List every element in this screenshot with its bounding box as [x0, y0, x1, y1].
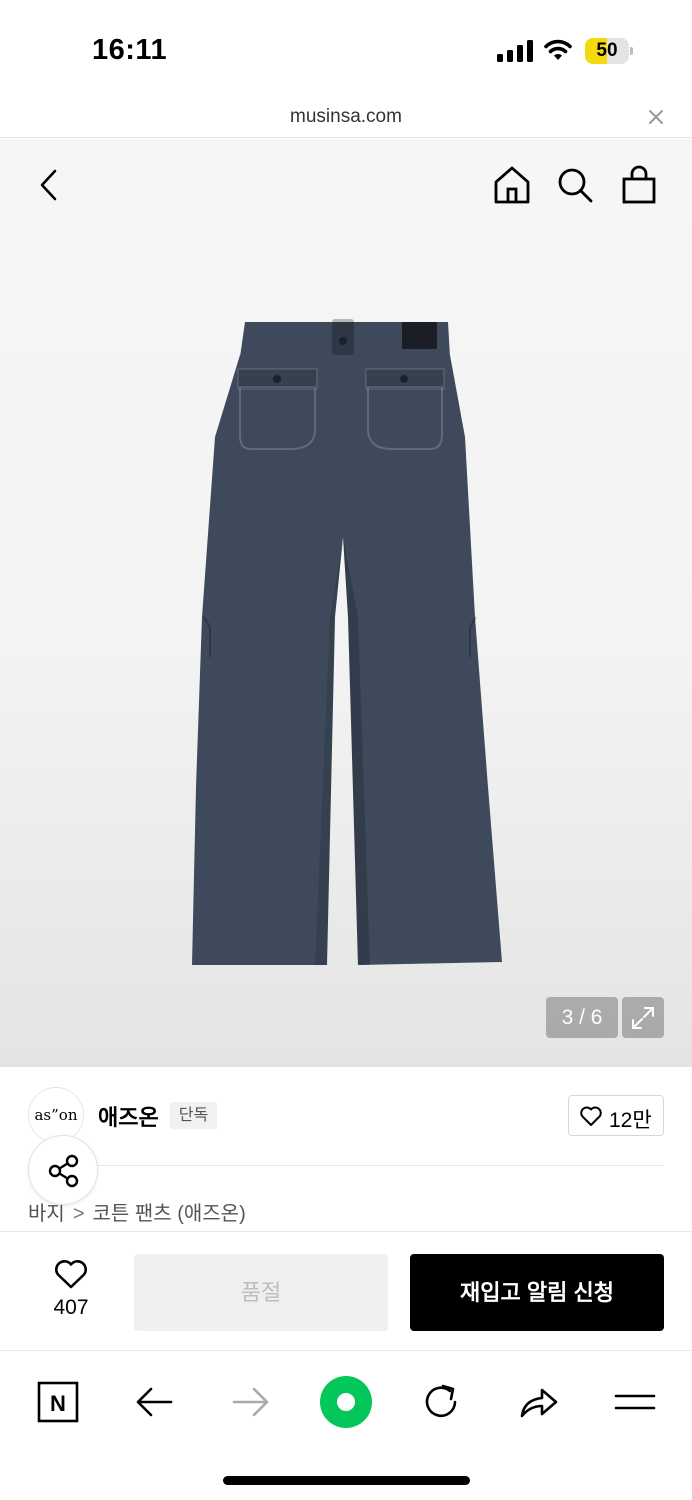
purchase-action-bar: 407 품절 재입고 알림 신청	[0, 1231, 692, 1351]
status-time: 16:11	[92, 34, 168, 66]
product-photo-pants[interactable]	[180, 317, 510, 972]
browser-toolbar: N	[0, 1352, 692, 1500]
share-icon	[48, 1154, 79, 1188]
share-button[interactable]	[28, 1135, 98, 1205]
brand-like-count: 12만	[609, 1109, 652, 1132]
restock-alert-button[interactable]: 재입고 알림 신청	[410, 1254, 664, 1331]
back-chevron-icon[interactable]	[32, 167, 68, 203]
product-image-carousel[interactable]: 3 / 6	[0, 139, 692, 1067]
url-text[interactable]: musinsa.com	[0, 106, 692, 128]
heart-icon	[580, 1106, 602, 1126]
url-bar[interactable]: musinsa.com	[0, 100, 692, 138]
arrow-right-icon[interactable]	[222, 1374, 278, 1430]
brand-name[interactable]: 애즈온	[98, 1100, 159, 1132]
heart-icon	[55, 1260, 87, 1289]
wishlist-count: 407	[53, 1296, 89, 1319]
search-icon[interactable]	[556, 166, 594, 204]
green-dot-button[interactable]	[318, 1374, 374, 1430]
forward-share-icon[interactable]	[510, 1374, 566, 1430]
wishlist-button[interactable]: 407	[36, 1258, 106, 1328]
battery-level: 50	[596, 40, 618, 61]
expand-icon	[632, 1007, 654, 1029]
breadcrumb-subcategory[interactable]: 코튼 팬츠 (애즈온)	[93, 1197, 246, 1226]
arrow-left-icon[interactable]	[127, 1374, 183, 1430]
naver-letter: N	[50, 1391, 66, 1416]
wifi-icon	[544, 39, 572, 60]
home-indicator	[223, 1476, 470, 1485]
brand-like-button[interactable]: 12만	[568, 1095, 664, 1136]
soldout-button: 품절	[134, 1254, 388, 1331]
reload-icon[interactable]	[413, 1374, 469, 1430]
signal-icon	[497, 40, 533, 62]
breadcrumb-separator: >	[72, 1203, 85, 1225]
home-icon[interactable]	[493, 165, 531, 205]
shopping-bag-icon[interactable]	[620, 165, 658, 205]
exclusive-badge: 단독	[170, 1102, 217, 1129]
battery-indicator: 50	[585, 38, 633, 64]
expand-button[interactable]	[622, 997, 664, 1038]
divider	[96, 1165, 664, 1166]
menu-icon[interactable]	[607, 1374, 663, 1430]
image-counter: 3 / 6	[546, 997, 618, 1038]
close-icon[interactable]	[645, 106, 667, 128]
status-bar: 16:11 50	[0, 0, 692, 100]
naver-home-button[interactable]: N	[30, 1374, 86, 1430]
